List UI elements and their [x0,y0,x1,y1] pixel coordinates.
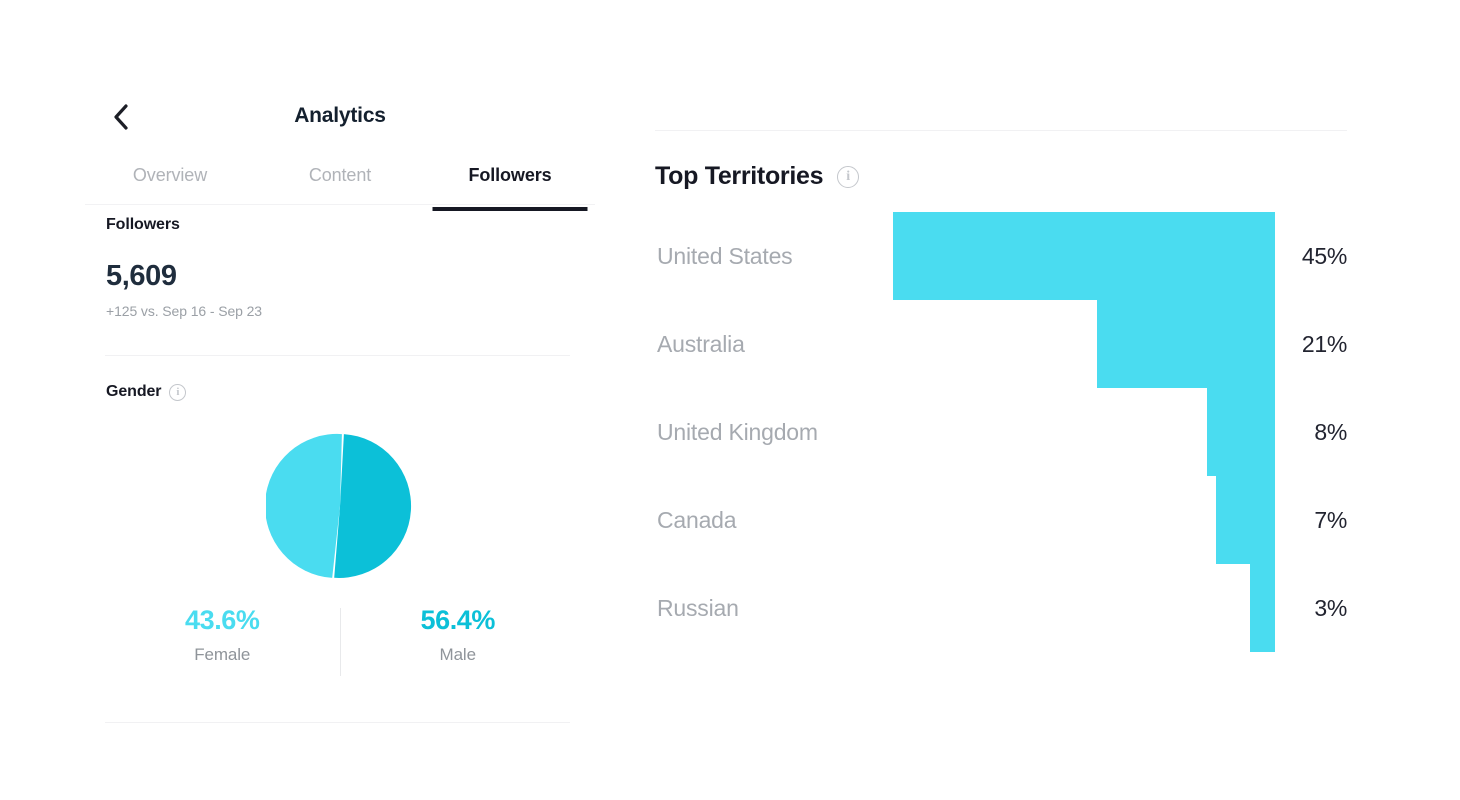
territory-name: United Kingdom [657,418,818,445]
territories-bar-chart: United States 45% Australia 21% United Kingd… [655,212,1347,652]
gender-pie-chart [266,432,414,580]
territory-percent: 21% [1301,330,1347,357]
tab-followers[interactable]: Followers [425,155,595,211]
male-label: Male [439,645,477,664]
tab-overview[interactable]: Overview [85,155,255,205]
territory-bar-track [893,476,1275,564]
pie-slice-male [334,434,412,578]
female-label: Female [194,645,251,664]
territory-name: United States [657,242,793,269]
territory-bar-fill [1215,476,1275,564]
info-circle-icon[interactable]: i [837,165,860,188]
territory-bar-fill [1096,300,1275,388]
top-territories-panel: Top Territories i United States 45% Austra… [655,130,1347,690]
territory-bar-fill [1207,388,1275,476]
active-tab-indicator [432,207,588,211]
territory-percent: 45% [1301,242,1347,269]
pie-slice-female [266,433,342,578]
tab-content[interactable]: Content [255,155,425,205]
gender-label: Gender [106,383,162,400]
territory-bar-track [893,564,1275,652]
territory-name: Russian [657,594,739,621]
section-divider-top [105,355,570,356]
territory-percent: 7% [1314,506,1347,533]
page-title: Analytics [294,104,386,127]
gender-stat-male: 56.4% Male [341,605,576,665]
section-divider-bottom [105,722,570,723]
nav-bar: Analytics [85,85,595,150]
tab-overview-label: Overview [132,165,208,185]
tabs-divider [85,204,595,205]
territory-row: Canada 7% [655,476,1347,564]
territory-percent: 8% [1314,418,1347,445]
territory-bar-fill [1249,564,1275,652]
territory-bar-track [893,388,1275,476]
territory-bar-track [893,300,1275,388]
analytics-screen: Analytics Overview Content Followers Fol… [0,0,1460,800]
analytics-tabs: Overview Content Followers [85,155,595,211]
followers-delta: +125 vs. Sep 16 - Sep 23 [106,303,262,319]
territory-name: Australia [657,330,745,357]
female-percent: 43.6% [184,605,260,635]
gender-breakdown: 43.6% Female 56.4% Male [105,605,575,690]
tab-content-label: Content [308,165,372,185]
followers-section-label: Followers [106,216,180,233]
top-territories-header: Top Territories i [655,162,860,191]
territory-percent: 3% [1314,594,1347,621]
territory-row: Australia 21% [655,300,1347,388]
territories-top-divider [655,130,1347,131]
territory-row: United Kingdom 8% [655,388,1347,476]
tab-followers-label: Followers [468,165,552,185]
info-circle-icon[interactable]: i [169,383,187,401]
territory-row: United States 45% [655,212,1347,300]
territory-row: Russian 3% [655,564,1347,652]
top-territories-title: Top Territories [655,162,824,190]
gender-stat-female: 43.6% Female [105,605,340,665]
followers-panel: Analytics Overview Content Followers Fol… [85,85,595,745]
territory-name: Canada [657,506,737,533]
male-percent: 56.4% [420,605,496,635]
gender-section-header: Gender i [106,383,187,401]
territory-bar-track [893,212,1275,300]
territory-bar-fill [893,212,1275,300]
followers-count: 5,609 [106,260,177,292]
